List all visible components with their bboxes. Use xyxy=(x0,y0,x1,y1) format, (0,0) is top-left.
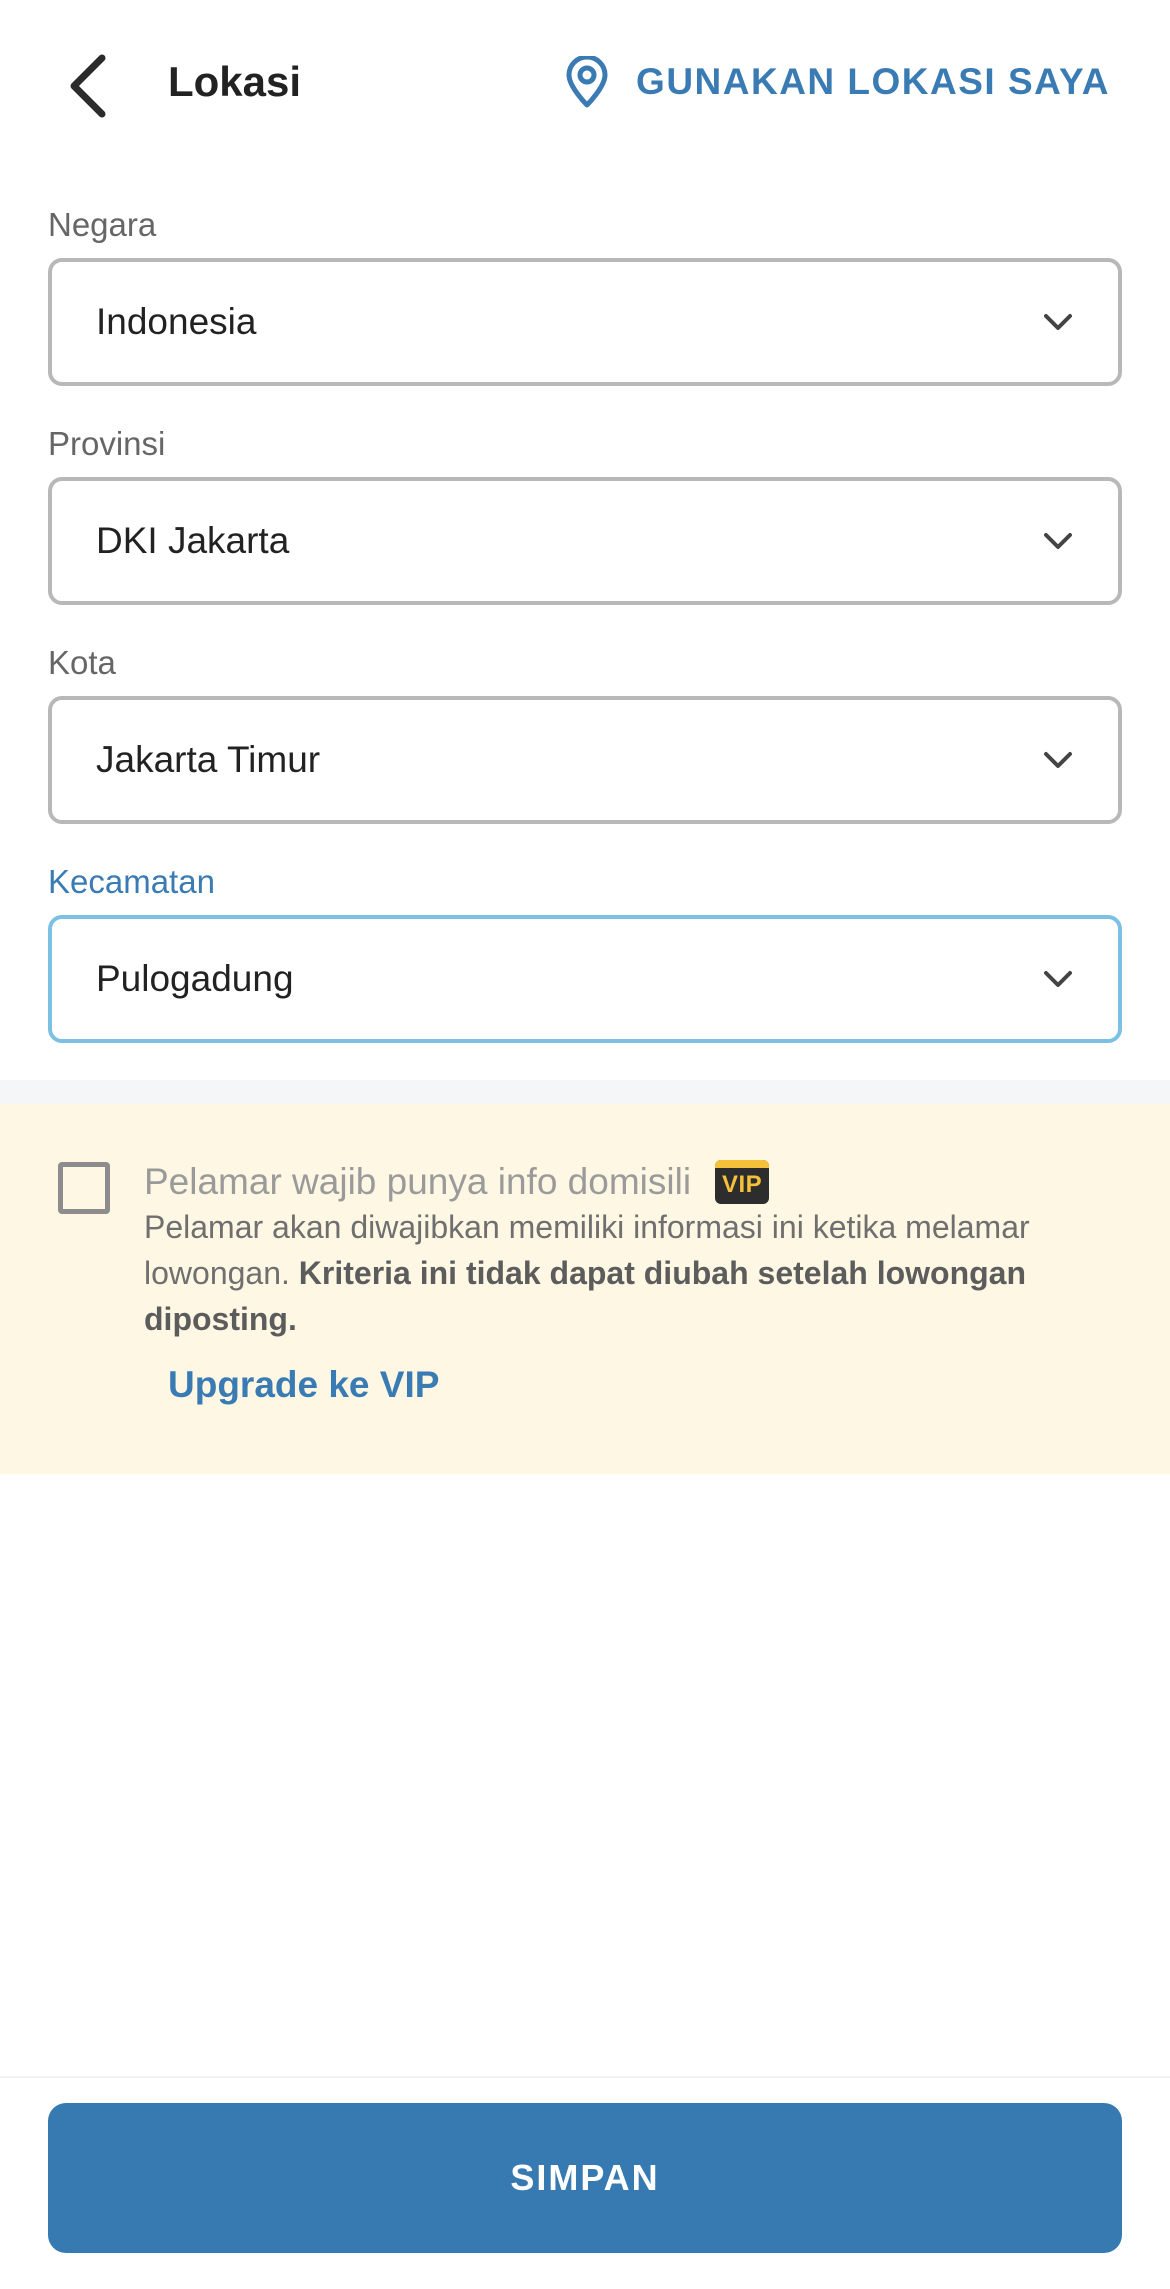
province-label: Provinsi xyxy=(48,425,166,462)
vip-badge-label: VIP xyxy=(721,1171,763,1198)
footer-divider xyxy=(0,2076,1170,2078)
vip-badge: VIP xyxy=(715,1160,770,1204)
back-button[interactable] xyxy=(48,46,128,126)
chevron-down-icon xyxy=(1044,533,1072,549)
vip-requirement-description: Pelamar akan diwajibkan memiliki informa… xyxy=(144,1204,1104,1342)
use-my-location-label: GUNAKAN LOKASI SAYA xyxy=(636,61,1110,102)
province-value: DKI Jakarta xyxy=(96,520,290,561)
country-value: Indonesia xyxy=(96,301,257,342)
city-value: Jakarta Timur xyxy=(96,739,321,780)
page-title: Lokasi xyxy=(168,58,302,105)
chevron-down-icon xyxy=(1044,752,1072,768)
use-my-location-button[interactable]: GUNAKAN LOKASI SAYA xyxy=(564,56,1110,108)
chevron-down-icon xyxy=(1044,971,1072,987)
city-label: Kota xyxy=(48,644,116,681)
section-divider xyxy=(0,1080,1170,1104)
save-button-label: SIMPAN xyxy=(510,2157,660,2198)
country-label: Negara xyxy=(48,206,157,243)
location-pin-icon xyxy=(566,56,608,108)
upgrade-vip-link[interactable]: Upgrade ke VIP xyxy=(168,1364,439,1406)
city-select[interactable]: Jakarta Timur xyxy=(48,696,1122,824)
country-select[interactable]: Indonesia xyxy=(48,258,1122,386)
vip-requirement-title: Pelamar wajib punya info domisili xyxy=(144,1161,692,1202)
domicile-required-checkbox[interactable] xyxy=(58,1162,110,1214)
save-button[interactable]: SIMPAN xyxy=(48,2103,1122,2253)
district-value: Pulogadung xyxy=(96,958,294,999)
location-screen: Lokasi GUNAKAN LOKASI SAYA Negara Indone… xyxy=(0,0,1170,2289)
district-label: Kecamatan xyxy=(48,863,215,900)
province-select[interactable]: DKI Jakarta xyxy=(48,477,1122,605)
vip-requirement-title-row: Pelamar wajib punya info domisili VIP xyxy=(144,1160,770,1204)
chevron-left-icon xyxy=(70,54,106,118)
chevron-down-icon xyxy=(1044,314,1072,330)
vip-requirement-section: Pelamar wajib punya info domisili VIP Pe… xyxy=(0,1104,1170,1474)
district-select[interactable]: Pulogadung xyxy=(48,915,1122,1043)
header: Lokasi GUNAKAN LOKASI SAYA xyxy=(0,0,1170,170)
